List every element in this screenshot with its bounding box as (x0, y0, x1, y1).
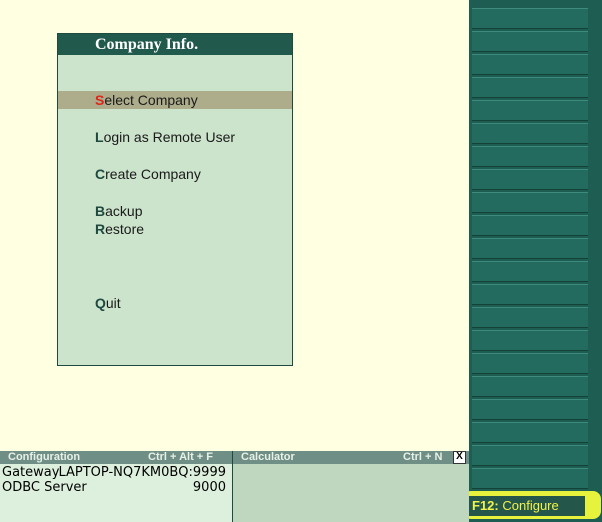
menu-hotkey: C (95, 166, 106, 182)
button-bar-slot[interactable] (472, 192, 588, 213)
menu-item-login-remote-user[interactable]: Login as Remote User (58, 128, 292, 146)
config-gateway-value: LAPTOP-NQ7KM0BQ:9999 (58, 465, 226, 480)
menu-hotkey: L (95, 129, 104, 145)
calculator-shortcut: Ctrl + N (403, 451, 443, 463)
button-bar-slot[interactable] (472, 77, 588, 98)
button-bar-slot[interactable] (472, 307, 588, 328)
config-odbc-label: ODBC Server (2, 480, 87, 495)
button-bar-slot[interactable] (472, 284, 588, 305)
f12-configure-button[interactable]: F12: Configure (469, 496, 585, 516)
menu-hotkey: B (95, 203, 106, 219)
button-bar-slot[interactable] (472, 261, 588, 282)
menu-item-restore[interactable]: Restore (58, 220, 292, 238)
button-bar-slot[interactable] (472, 100, 588, 121)
f12-label: Configure (502, 498, 559, 513)
calculator-header: Calculator Ctrl + N X (233, 451, 469, 464)
configuration-title: Configuration (8, 451, 81, 463)
menu-hotkey: S (95, 92, 105, 108)
configuration-panel: Configuration Ctrl + Alt + F Gateway LAP… (0, 451, 233, 522)
menu-hotkey: R (95, 221, 106, 237)
button-bar-slot[interactable] (472, 376, 588, 397)
menu-item-select-company[interactable]: Select Company (58, 91, 292, 109)
button-bar-slot[interactable] (472, 399, 588, 420)
button-bar-slot[interactable] (472, 169, 588, 190)
button-bar-slot[interactable] (472, 54, 588, 75)
menu-hotkey: Q (95, 295, 106, 311)
menu-item-quit[interactable]: Quit (58, 294, 292, 312)
menu-item-label: elect Company (104, 92, 198, 108)
configuration-shortcut: Ctrl + Alt + F (148, 451, 213, 463)
button-bar-slot[interactable] (472, 31, 588, 52)
menu-item-backup[interactable]: Backup (58, 202, 292, 220)
button-bar-slot[interactable] (472, 422, 588, 443)
panel-title: Company Info. (58, 34, 292, 55)
menu-item-label: estore (105, 221, 145, 237)
button-bar (469, 0, 602, 522)
button-bar-slot[interactable] (472, 146, 588, 167)
menu-item-create-company[interactable]: Create Company (58, 165, 292, 183)
menu-item-label: ackup (105, 203, 143, 219)
button-bar-slot[interactable] (472, 8, 588, 29)
f12-key: F12: (472, 498, 499, 513)
config-gateway-label: Gateway (2, 465, 60, 480)
button-bar-slot[interactable] (472, 468, 588, 489)
calculator-panel[interactable]: Calculator Ctrl + N X (233, 451, 469, 522)
button-bar-slot[interactable] (472, 353, 588, 374)
close-icon[interactable]: X (453, 451, 466, 464)
button-bar-slot[interactable] (472, 445, 588, 466)
button-bar-slot[interactable] (472, 330, 588, 351)
company-info-panel: Company Info. Select Company Login as Re… (57, 33, 293, 366)
button-bar-slot[interactable] (472, 238, 588, 259)
configuration-header[interactable]: Configuration Ctrl + Alt + F (0, 451, 232, 464)
menu-item-label: ogin as Remote User (103, 129, 236, 145)
calculator-title: Calculator (241, 451, 295, 463)
menu-item-label: reate Company (105, 166, 201, 182)
button-bar-slot[interactable] (472, 215, 588, 236)
config-odbc-value: 9000 (192, 480, 226, 495)
button-bar-slot[interactable] (472, 123, 588, 144)
menu-item-label: uit (105, 295, 121, 311)
